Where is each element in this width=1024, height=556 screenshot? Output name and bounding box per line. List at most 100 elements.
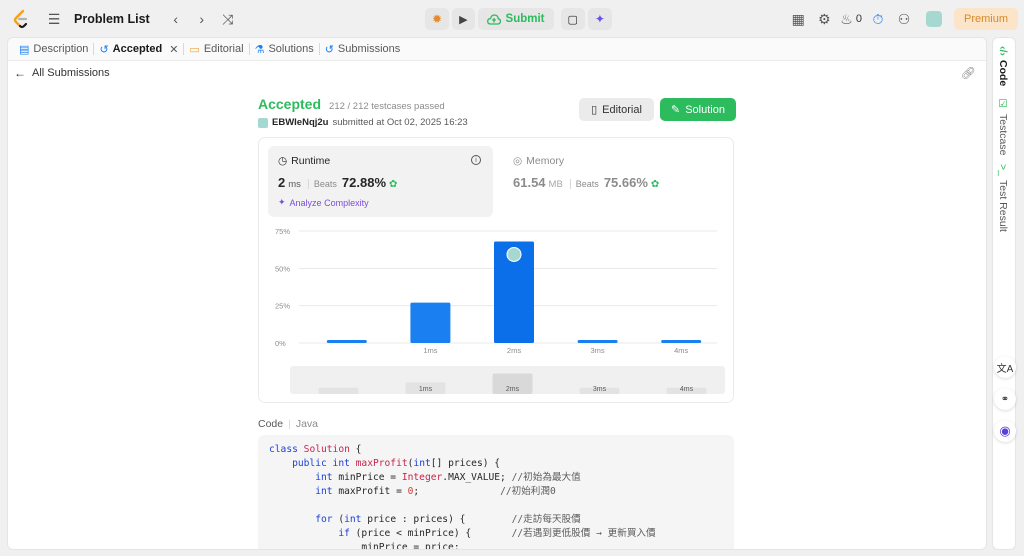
tab-editorial[interactable]: ▭ Editorial <box>184 43 248 56</box>
code-header: Code | Java <box>258 418 318 430</box>
chart-bar <box>326 340 367 343</box>
all-submissions-link[interactable]: All Submissions <box>32 67 110 79</box>
y-tick-label: 50% <box>275 264 290 273</box>
chart-range-scroller[interactable]: 1ms 2ms 3ms 4ms <box>290 366 725 394</box>
settings-gear-icon[interactable]: ⚙ <box>814 9 834 29</box>
info-icon[interactable]: i <box>471 155 481 165</box>
checkbox-icon: ☑ <box>997 98 1009 110</box>
celebration-icon: ✿ <box>650 179 660 190</box>
shuffle-icon[interactable]: ⤨ <box>218 9 238 29</box>
user-avatar[interactable] <box>258 117 268 128</box>
edit-icon: ✎ <box>671 104 681 116</box>
runtime-stat[interactable]: ◷ Runtime i 2 ms Beats 72.88% ✿ ✦ Analyz… <box>268 146 493 217</box>
runtime-unit: ms <box>288 179 301 190</box>
tab-submissions[interactable]: ↺ Submissions <box>320 43 406 56</box>
premium-button[interactable]: Premium <box>953 8 1018 30</box>
bug-icon: ✹ <box>432 12 443 26</box>
clock-icon: ◷ <box>278 155 288 167</box>
status-label: Accepted <box>258 96 322 112</box>
scroller-label: 3ms <box>593 386 607 393</box>
add-friend-icon[interactable]: ⚇ <box>894 9 914 29</box>
tab-code-label: Code <box>997 59 1009 87</box>
editorial-button[interactable]: ▯ Editorial <box>579 98 654 121</box>
x-tick-label: 1ms <box>423 346 437 353</box>
chevron-left-icon[interactable]: ‹ <box>166 9 186 29</box>
code-line: int minPrice = Integer.MAX_VALUE; //初始為最… <box>315 472 581 483</box>
y-tick-label: 75% <box>275 227 290 236</box>
tab-test-result-label: Test Result <box>997 179 1009 232</box>
notes-button[interactable]: ▢ <box>560 8 585 30</box>
submit-button[interactable]: Submit <box>477 8 554 30</box>
sparkle-icon: ✦ <box>278 197 286 207</box>
tab-accepted[interactable]: ↺ Accepted ✕ <box>94 43 183 56</box>
memory-values: 61.54 MB Beats 75.66% ✿ <box>513 175 724 190</box>
chip-icon: ◎ <box>513 155 523 167</box>
code-line: int maxProfit = 0; //初始利潤0 <box>315 486 556 497</box>
y-tick-label: 25% <box>275 302 290 311</box>
run-button[interactable]: ▶ <box>452 8 475 30</box>
tab-solutions[interactable]: ⚗ Solutions <box>250 43 319 56</box>
translate-icon[interactable]: 文A <box>994 356 1016 378</box>
tab-testcase[interactable]: ☑ Testcase <box>997 98 1009 155</box>
close-icon[interactable]: ✕ <box>169 43 178 56</box>
timer-icon[interactable]: ⏱ <box>868 9 888 29</box>
analyze-complexity-label: Analyze Complexity <box>289 197 369 208</box>
solution-button[interactable]: ✎ Solution <box>660 98 736 121</box>
memory-value: 61.54 <box>513 175 546 190</box>
x-tick-label: 3ms <box>591 346 605 353</box>
x-tick-label: 2ms <box>507 346 521 353</box>
tab-test-result[interactable]: >_ Test Result <box>997 164 1009 232</box>
submitted-time: submitted at Oct 02, 2025 16:23 <box>332 117 468 128</box>
scroller-bar <box>318 387 359 394</box>
submission-detail: Accepted 212 / 212 testcases passed EBWI… <box>258 96 736 549</box>
code-line: minPrice = price; <box>269 542 460 550</box>
scroller-label: 2ms <box>506 386 520 393</box>
username[interactable]: EBWIeNqj2u <box>272 117 328 128</box>
problem-list-icon[interactable]: ☰ <box>44 9 64 29</box>
chart-bar <box>577 340 618 343</box>
share-link-icon[interactable]: 🔗︎ <box>961 66 976 80</box>
performance-card: ◷ Runtime i 2 ms Beats 72.88% ✿ ✦ Analyz… <box>258 137 734 403</box>
y-tick-label: 0% <box>275 339 286 348</box>
analyze-complexity-link[interactable]: ✦ Analyze Complexity <box>278 197 483 208</box>
layout-icon[interactable]: ▦ <box>788 9 808 29</box>
ai-assist-button[interactable]: ✦ <box>587 8 612 30</box>
flask-icon: ⚗ <box>254 43 265 56</box>
streak-fire-icon[interactable]: ♨ 0 <box>840 9 862 29</box>
cloud-upload-icon <box>486 13 501 25</box>
x-tick-label: 4ms <box>674 346 688 353</box>
memory-stat[interactable]: ◎ Memory 61.54 MB Beats 75.66% ✿ <box>511 146 726 217</box>
tab-testcase-label: Testcase <box>997 114 1009 156</box>
chevron-right-icon[interactable]: › <box>192 9 212 29</box>
debug-button[interactable]: ✹ <box>425 8 450 30</box>
code-block[interactable]: class Solution { public int maxProfit(in… <box>258 435 734 550</box>
avatar[interactable] <box>925 11 942 27</box>
submit-label: Submit <box>505 13 545 25</box>
arrow-left-icon[interactable]: ← <box>14 66 26 80</box>
tab-code[interactable]: ‹/› Code <box>997 46 1009 86</box>
document-icon: ▤ <box>19 43 30 56</box>
leetcode-logo-icon[interactable] <box>12 9 30 29</box>
tab-description[interactable]: ▤ Description <box>14 43 93 56</box>
history-icon: ↺ <box>99 43 109 56</box>
memory-title-label: Memory <box>526 155 565 167</box>
play-icon: ▶ <box>459 13 468 26</box>
streak-count: 0 <box>855 13 862 25</box>
chart-bar <box>661 340 702 343</box>
all-submissions-bar: ← All Submissions 🔗︎ <box>8 61 986 85</box>
community-icon[interactable]: ⚭ <box>994 388 1016 410</box>
runtime-values: 2 ms Beats 72.88% ✿ <box>278 175 483 190</box>
code-line: for (int price : prices) { //走訪每天股價 <box>315 514 581 525</box>
memory-unit: MB <box>548 179 563 190</box>
memory-beats-label: Beats <box>569 179 599 189</box>
code-language: Java <box>295 418 319 430</box>
runtime-distribution-chart: 0% 25% 50% 75% 1ms 2ms 3ms 4ms <box>259 223 735 353</box>
code-label: Code <box>258 418 284 430</box>
scroller-label: 4ms <box>680 386 694 393</box>
runtime-chart-svg: 0% 25% 50% 75% 1ms 2ms 3ms 4ms <box>275 227 717 353</box>
memory-beats-pct: 75.66% <box>603 175 648 190</box>
problem-list-link[interactable]: Problem List <box>74 12 150 26</box>
runtime-value: 2 <box>278 175 286 190</box>
assistant-icon[interactable]: ◉ <box>994 420 1016 442</box>
